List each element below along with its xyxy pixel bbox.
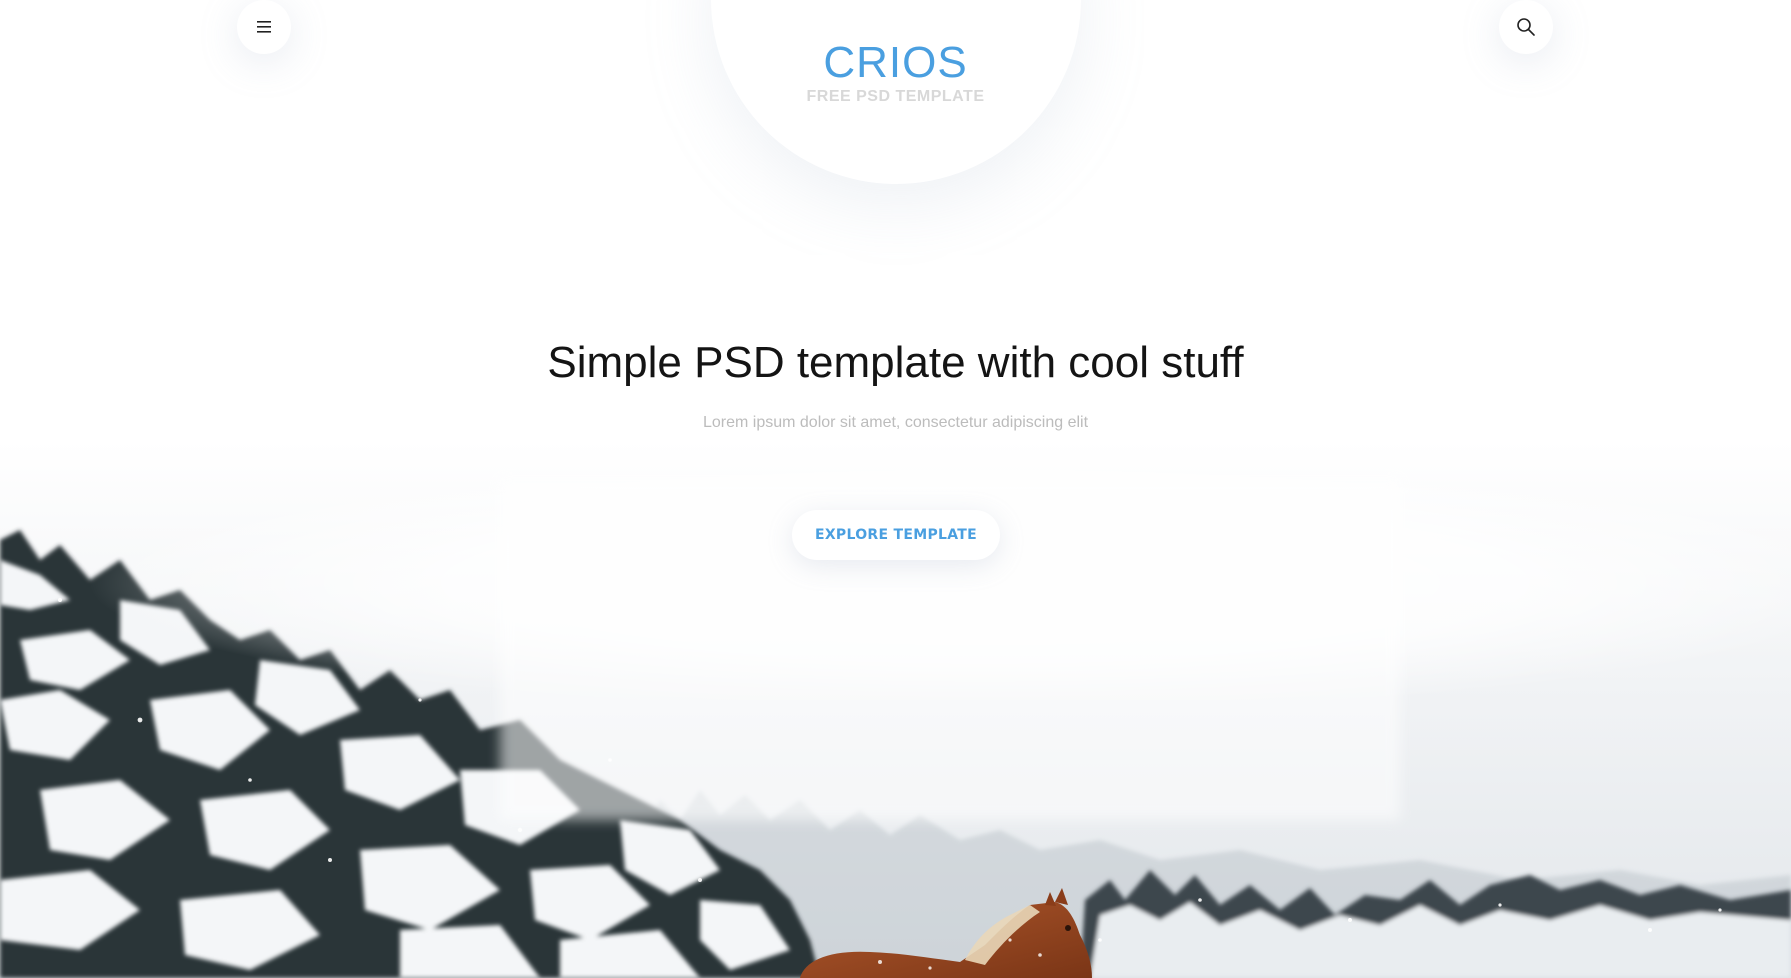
landing-page: CRIOS FREE PSD TEMPLATE Simple PSD templ…	[0, 0, 1791, 978]
explore-template-button[interactable]: EXPLORE TEMPLATE	[792, 510, 1000, 560]
hamburger-menu-icon	[257, 21, 271, 33]
search-icon	[1517, 18, 1535, 36]
hero-subtitle: Lorem ipsum dolor sit amet, consectetur …	[702, 414, 1089, 431]
hero-title: Simple PSD template with cool stuff	[547, 338, 1244, 387]
search-button[interactable]	[1499, 0, 1553, 54]
logo-subtitle: FREE PSD TEMPLATE	[806, 88, 985, 105]
